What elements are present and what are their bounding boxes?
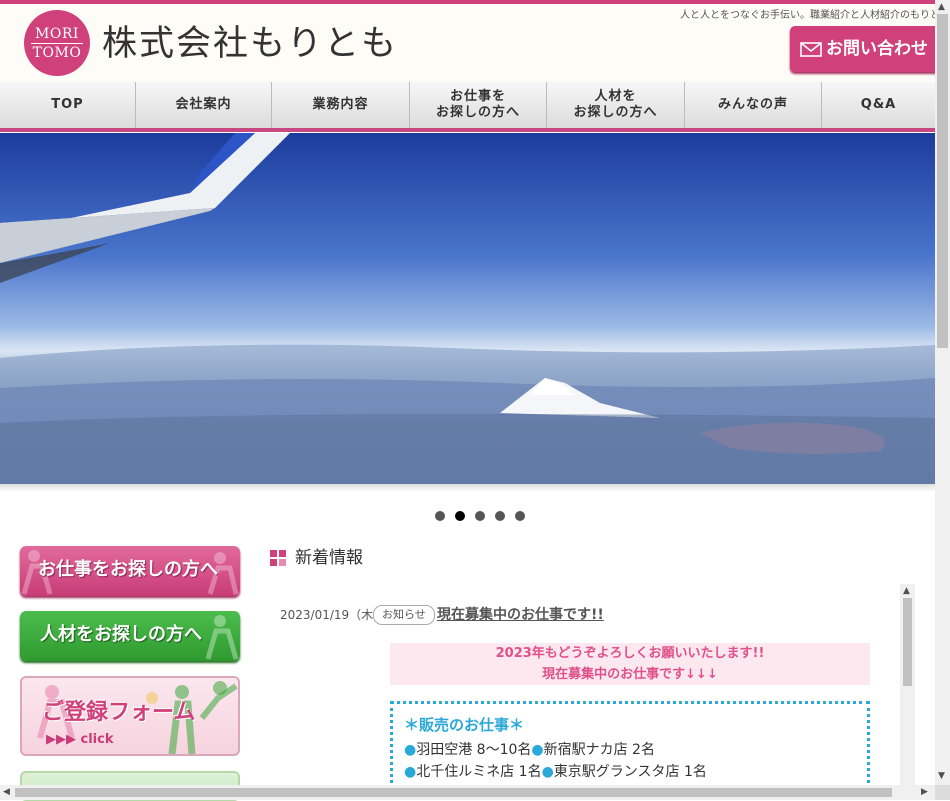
scroll-up-arrow-icon[interactable]: ▲ [938,2,945,12]
contact-button-label: お問い合わせ [826,39,928,59]
nav-top[interactable]: TOP [0,82,136,128]
news-scroll-thumb[interactable] [903,598,912,686]
scrollbar-corner [935,785,950,800]
hero-slide-image [0,133,935,484]
registration-click-label: ▶▶▶ click [46,732,114,747]
registration-form-label: ご登録フォーム [42,700,196,725]
nav-qa[interactable]: Q&A [822,82,935,128]
news-feed: 2023/01/19（木) お知らせ 現在募集中のお仕事です!! 2023年もど… [268,584,915,788]
company-name[interactable]: 株式会社もりとも [102,24,398,64]
news-category-badge: お知らせ [373,605,435,625]
grid-square-icon [270,550,286,566]
scroll-down-arrow-icon[interactable]: ▼ [938,771,945,781]
slider-dot[interactable] [475,511,485,521]
nav-services[interactable]: 業務内容 [272,82,410,128]
company-logo[interactable]: MORI TOMO [24,10,90,76]
nav-job-seekers[interactable]: お仕事を お探しの方へ [410,82,547,128]
main-nav: TOP 会社案内 業務内容 お仕事を お探しの方へ 人材を お探しの方へ みんなの声… [0,82,935,132]
slider-dot[interactable] [495,511,505,521]
bullet-icon: ● [531,742,544,758]
job-seeker-banner[interactable]: お仕事をお探しの方へ [20,546,240,596]
nav-employers[interactable]: 人材を お探しの方へ [547,82,685,128]
job-list-line: ●羽田空港 8〜10名●新宿駅ナカ店 2名 [404,739,655,759]
employer-banner-label: 人材をお探しの方へ [40,624,202,645]
bullet-icon: ● [404,742,417,758]
contact-button[interactable]: お問い合わせ [790,26,950,72]
bullet-icon: ● [404,764,417,780]
site-tagline: 人と人とをつなぐお手伝い。職業紹介と人材紹介のもりとも [680,10,950,21]
bullet-icon: ● [541,764,554,780]
logo-text-bottom: TOMO [32,45,82,61]
page-vertical-scrollbar[interactable]: ▲ ▼ [935,0,950,785]
hero-shadow [0,484,935,492]
mail-icon [800,41,822,57]
hero-sky-photo [0,133,935,484]
job-list-box: ＊販売のお仕事＊ ●羽田空港 8〜10名●新宿駅ナカ店 2名 ●北千住ルミネ店 … [390,701,870,788]
nav-company[interactable]: 会社案内 [136,82,272,128]
job-item: 東京駅グランスタ店 1名 [553,764,707,780]
page-scroll-thumb[interactable] [937,14,948,348]
job-list-line: ●北千住ルミネ店 1名●東京駅グランスタ店 1名 [404,761,707,781]
page-hscroll-thumb[interactable] [15,788,892,797]
news-title-link[interactable]: 現在募集中のお仕事です!! [437,604,604,624]
slider-dot[interactable] [435,511,445,521]
job-section-title: ＊販売のお仕事＊ [404,716,525,734]
job-item: 新宿駅ナカ店 2名 [543,742,655,758]
nav-voices[interactable]: みんなの声 [685,82,822,128]
logo-text-top: MORI [35,26,79,42]
job-item: 北千住ルミネ店 1名 [416,764,542,780]
employer-banner[interactable]: 人材をお探しの方へ [20,611,240,661]
news-scrollbar[interactable]: ▲ [900,584,915,788]
scroll-left-arrow-icon[interactable]: ◀ [3,787,10,797]
registration-form-banner[interactable]: ご登録フォーム ▶▶▶ click [20,676,240,756]
job-item: 羽田空港 8〜10名 [416,742,532,758]
job-seeker-banner-label: お仕事をお探しの方へ [38,559,218,580]
scroll-right-arrow-icon[interactable]: ▶ [921,787,928,797]
site-header: MORI TOMO 株式会社もりとも 人と人とをつなぐお手伝い。職業紹介と人材紹… [0,4,950,82]
news-date: 2023/01/19（木) [280,608,378,622]
news-heading: 新着情報 [295,548,363,568]
slider-dot[interactable] [515,511,525,521]
news-greeting-box: 2023年もどうぞよろしくお願いいたします!! 現在募集中のお仕事です↓↓↓ [390,643,870,685]
page-horizontal-scrollbar[interactable]: ◀ ▶ [0,785,935,800]
news-greeting-line2: 現在募集中のお仕事です↓↓↓ [542,667,718,682]
scroll-up-arrow-icon[interactable]: ▲ [903,586,910,596]
news-greeting-line1: 2023年もどうぞよろしくお願いいたします!! [495,646,765,661]
slider-dot-active[interactable] [455,511,465,521]
